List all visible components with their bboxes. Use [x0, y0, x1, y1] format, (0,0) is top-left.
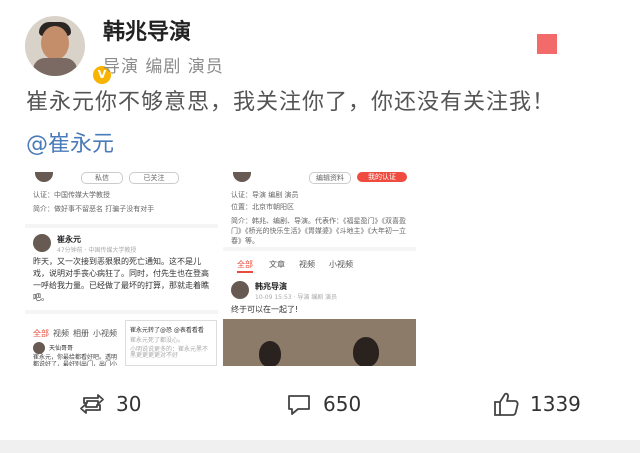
post-header: V 韩兆导演 导演 编剧 演员 — [25, 12, 625, 86]
right-post-author: 韩兆导演 — [255, 282, 287, 291]
tab-album: 相册 — [73, 329, 89, 338]
author-title: 导演 编剧 演员 — [103, 57, 224, 77]
like-button[interactable]: 1339 — [492, 388, 581, 420]
embedded-meta: 47分钟前 · 中国传媒大学教授 — [57, 247, 137, 254]
tab-all: 全部 — [33, 329, 49, 338]
tab-indicator — [237, 271, 253, 273]
commenter-name: 天仙哥哥 — [49, 345, 74, 352]
mention-link[interactable]: @崔永元 — [26, 126, 114, 158]
profile-avatar — [35, 172, 53, 182]
embedded-body: 昨天，又一次接到恶狠狠的死亡通知。这不是儿戏，说明对手丧心病狂了。同时，付先生也… — [33, 257, 209, 302]
bottom-bar — [0, 440, 640, 453]
embedded-post: 崔永元 47分钟前 · 中国传媒大学教授 昨天，又一次接到恶狠狠的死亡通知。这不… — [25, 228, 218, 310]
profile-card: 私信 已关注 认证：中国传媒大学教授 简介：做好事不留恶名 打骗子没有对手 — [25, 172, 218, 224]
popup-card: 崔永元转了@恐 @表看看看 崔永元死了都没心。 小明说说更多的：崔永元黑不黑更更… — [125, 320, 217, 366]
profile-avatar-right — [233, 172, 251, 182]
commenter-avatar — [33, 342, 45, 354]
right-post-avatar — [231, 281, 249, 299]
author-name[interactable]: 韩兆导演 — [103, 14, 191, 46]
like-count: 1339 — [530, 392, 581, 416]
popup-line-1: 崔永元转了@恐 @表看看看 — [130, 327, 204, 334]
right-post-meta: 10-09 15:53 · 导演 编剧 演员 — [255, 294, 338, 301]
tab-video: 视频 — [53, 329, 69, 338]
location-line: 位置：北京市朝阳区 — [231, 203, 294, 211]
my-cert-button: 我的认证 — [357, 172, 407, 182]
avatar-face — [41, 26, 69, 60]
cert-line: 认证：中国传媒大学教授 — [33, 191, 110, 199]
thumbs-up-icon — [494, 392, 519, 416]
cert-line-right: 认证：导演 编剧 演员 — [231, 191, 299, 199]
author-avatar[interactable] — [25, 16, 85, 76]
post-text: 崔永元你不够意思，我关注你了，你还没有关注我！ — [26, 90, 556, 115]
red-square-icon — [537, 34, 557, 54]
tab-article-right: 文章 — [269, 260, 285, 269]
post-image-left[interactable]: 私信 已关注 认证：中国传媒大学教授 简介：做好事不留恶名 打骗子没有对手 崔永… — [25, 172, 218, 366]
repost-button[interactable]: 30 — [78, 388, 141, 420]
photo-person-2 — [353, 337, 379, 366]
avatar-body — [33, 58, 77, 76]
tab-all-right: 全部 — [237, 260, 253, 269]
tab-video-right: 视频 — [299, 260, 315, 269]
edit-profile-button: 编辑资料 — [309, 172, 351, 184]
right-feed: 全部 文章 视频 小视频 韩兆导演 10-09 15:53 · 导演 编剧 演员… — [223, 251, 416, 366]
popup-line-3: 小明说说更多的：崔永元黑不黑更更更更对不好 — [130, 346, 209, 359]
photo-person-1 — [259, 341, 281, 366]
embedded-avatar — [33, 234, 51, 252]
comment-count: 650 — [323, 392, 362, 416]
repost-icon — [80, 394, 104, 414]
repost-count: 30 — [116, 392, 142, 416]
tab-short-video: 小视频 — [93, 329, 117, 338]
right-post-photo — [223, 319, 416, 366]
right-post-body: 终于可以在一起了! — [231, 305, 299, 314]
comment-button[interactable]: 650 — [285, 388, 361, 420]
tab-short-video-right: 小视频 — [329, 260, 353, 269]
action-bar: 30 650 1339 — [0, 380, 640, 430]
profile-card-right: 编辑资料 我的认证 认证：导演 编剧 演员 位置：北京市朝阳区 简介：韩兆、编剧… — [223, 172, 416, 247]
bio-line-right: 简介：韩兆、编剧、导演。代表作：《福星盈门》《双喜盈门》《桥光的快乐生活》《胃媒… — [231, 217, 406, 245]
message-button: 私信 — [81, 172, 123, 184]
comment-icon — [288, 395, 310, 415]
followed-button: 已关注 — [129, 172, 179, 184]
comment-text: 崔永元，你最给都看好吧。透明都说好了，最好别出门，出门小心点，不然去不到地方。 — [33, 354, 118, 366]
embedded-author: 崔永元 — [57, 235, 81, 244]
bio-line: 简介：做好事不留恶名 打骗子没有对手 — [33, 205, 155, 213]
post-image-right[interactable]: 编辑资料 我的认证 认证：导演 编剧 演员 位置：北京市朝阳区 简介：韩兆、编剧… — [223, 172, 416, 366]
popup-line-2: 崔永元死了都没心。 — [130, 337, 185, 344]
